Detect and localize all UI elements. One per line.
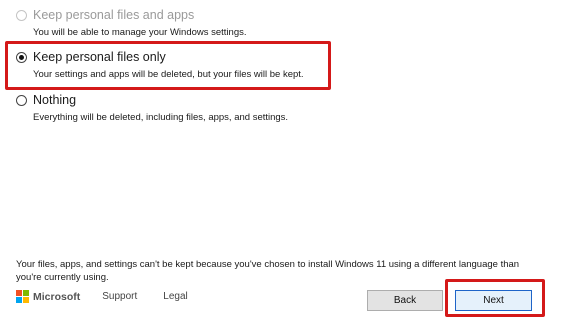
option-nothing[interactable]: Nothing Everything will be deleted, incl… — [16, 90, 536, 123]
legal-link[interactable]: Legal — [163, 291, 187, 302]
option-description: You will be able to manage your Windows … — [33, 27, 247, 38]
option-title[interactable]: Nothing — [33, 93, 76, 107]
windows-setup-page: Keep personal files and apps You will be… — [0, 0, 569, 317]
option-keep-files-and-apps: Keep personal files and apps You will be… — [16, 5, 536, 38]
back-button[interactable]: Back — [367, 290, 443, 311]
microsoft-logo-icon — [16, 290, 29, 303]
annotation-highlight-next-button — [445, 279, 545, 317]
option-title: Keep personal files and apps — [33, 8, 195, 22]
option-description: Everything will be deleted, including fi… — [33, 112, 289, 123]
support-link[interactable]: Support — [102, 291, 137, 302]
footer: Microsoft Support Legal — [16, 290, 214, 303]
annotation-highlight-selected-option — [5, 41, 331, 90]
radio-nothing[interactable] — [16, 94, 27, 106]
radio-keep-files-and-apps — [16, 9, 27, 21]
microsoft-brand: Microsoft — [33, 290, 81, 303]
